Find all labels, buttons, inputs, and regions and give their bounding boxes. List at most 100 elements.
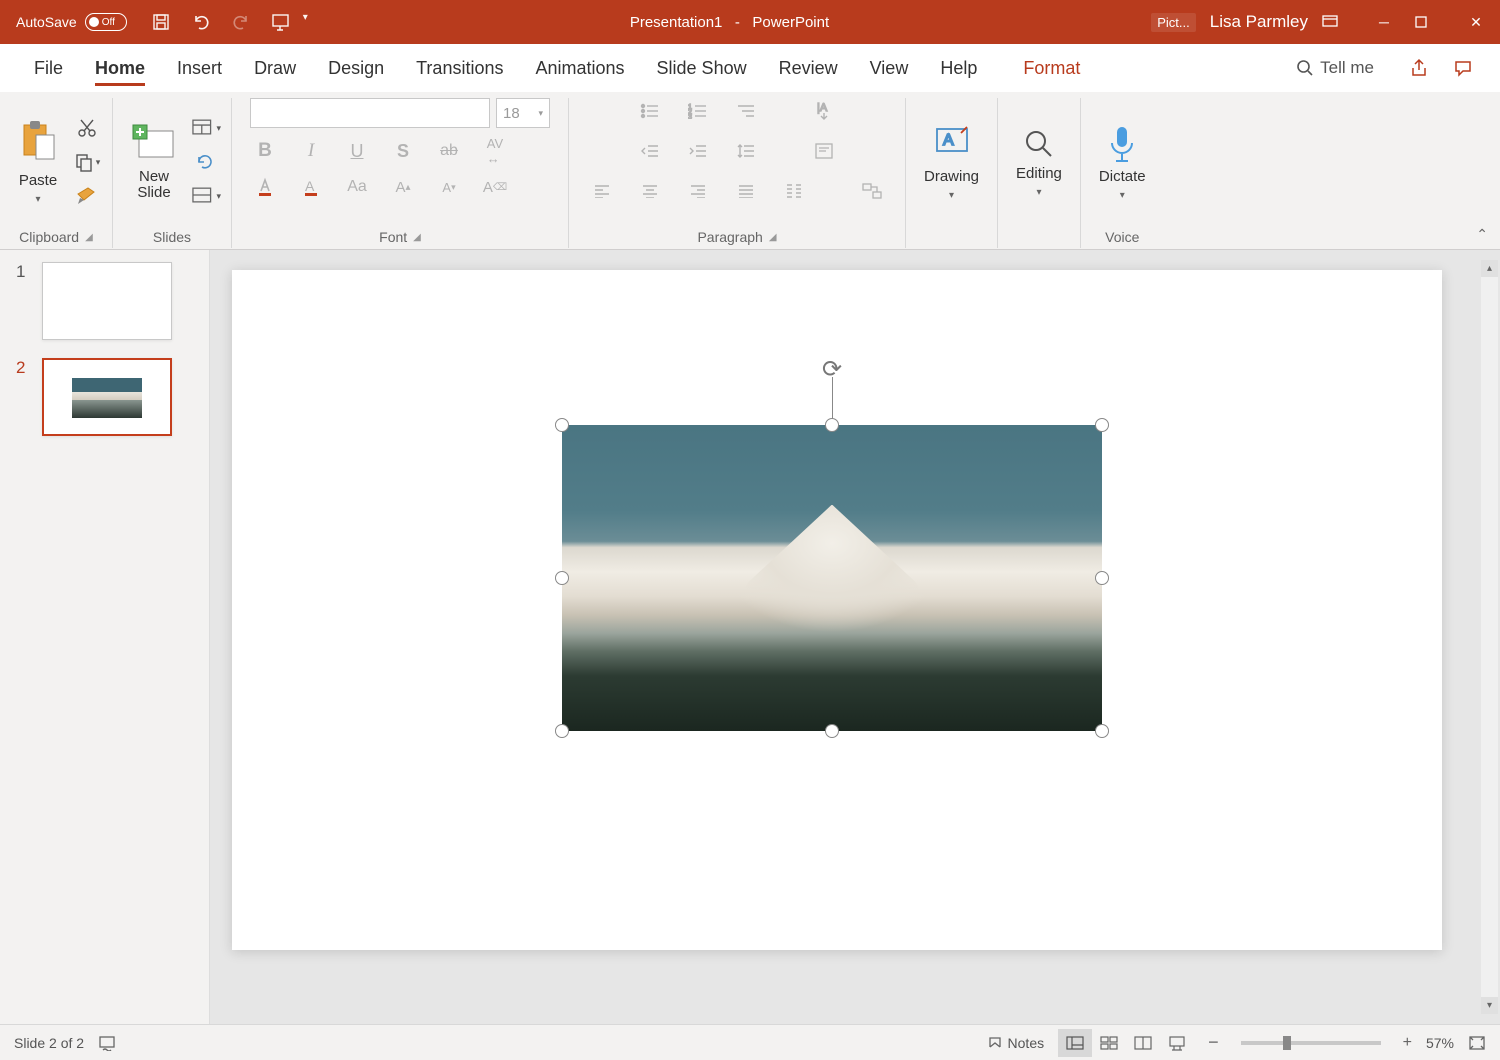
justify-icon[interactable] xyxy=(731,178,761,204)
thumbnail-2[interactable]: 2 xyxy=(16,358,193,436)
dictate-button[interactable]: Dictate ▾ xyxy=(1091,119,1154,205)
highlight-icon[interactable]: A xyxy=(296,174,326,200)
fit-to-window-icon[interactable] xyxy=(1468,1035,1486,1051)
menu-format[interactable]: Format xyxy=(1007,44,1096,92)
selected-image[interactable]: ⟳ xyxy=(562,425,1102,731)
menu-transitions[interactable]: Transitions xyxy=(400,44,519,92)
increase-indent-icon[interactable] xyxy=(683,138,713,164)
underline-icon[interactable]: U xyxy=(342,138,372,164)
comments-icon[interactable] xyxy=(1448,53,1478,83)
resize-handle-sw[interactable] xyxy=(555,724,569,738)
redo-icon[interactable] xyxy=(231,12,251,32)
align-left-icon[interactable] xyxy=(587,178,617,204)
resize-handle-e[interactable] xyxy=(1095,571,1109,585)
new-slide-button[interactable]: New Slide xyxy=(123,119,185,206)
align-center-icon[interactable] xyxy=(635,178,665,204)
resize-handle-nw[interactable] xyxy=(555,418,569,432)
spellcheck-icon[interactable] xyxy=(98,1035,118,1051)
zoom-thumb[interactable] xyxy=(1283,1036,1291,1050)
thumbnail-1[interactable]: 1 xyxy=(16,262,193,340)
numbering-icon[interactable]: 123 xyxy=(683,98,713,124)
tell-me-search[interactable]: Tell me xyxy=(1296,58,1374,78)
save-icon[interactable] xyxy=(151,12,171,32)
menu-slideshow[interactable]: Slide Show xyxy=(641,44,763,92)
scroll-down-icon[interactable]: ▾ xyxy=(1481,997,1498,1014)
shrink-font-icon[interactable]: A▾ xyxy=(434,174,464,200)
slide-indicator[interactable]: Slide 2 of 2 xyxy=(14,1035,84,1051)
resize-handle-n[interactable] xyxy=(825,418,839,432)
zoom-out-icon[interactable]: − xyxy=(1208,1032,1219,1053)
resize-handle-s[interactable] xyxy=(825,724,839,738)
menu-animations[interactable]: Animations xyxy=(519,44,640,92)
slide-canvas-area[interactable]: ⟳ ▴ ▾ xyxy=(210,250,1500,1024)
columns-icon[interactable] xyxy=(779,178,809,204)
sorter-view-icon[interactable] xyxy=(1092,1029,1126,1057)
line-spacing-icon[interactable] xyxy=(731,138,761,164)
bold-icon[interactable]: B xyxy=(250,138,280,164)
italic-icon[interactable]: I xyxy=(296,138,326,164)
editing-button[interactable]: Editing ▾ xyxy=(1008,122,1070,202)
minimize-icon[interactable]: ─ xyxy=(1368,14,1400,30)
resize-handle-se[interactable] xyxy=(1095,724,1109,738)
ribbon-display-icon[interactable] xyxy=(1322,15,1354,29)
format-painter-icon[interactable] xyxy=(72,183,102,209)
resize-handle-ne[interactable] xyxy=(1095,418,1109,432)
slideshow-start-icon[interactable] xyxy=(271,12,293,32)
scroll-up-icon[interactable]: ▴ xyxy=(1481,260,1498,277)
zoom-level[interactable]: 57% xyxy=(1426,1035,1454,1051)
copy-icon[interactable]: ▾ xyxy=(72,149,102,175)
menu-insert[interactable]: Insert xyxy=(161,44,238,92)
strikethrough-icon[interactable]: ab xyxy=(434,138,464,164)
slideshow-view-icon[interactable] xyxy=(1160,1029,1194,1057)
bullets-icon[interactable] xyxy=(635,98,665,124)
dialog-launcher-icon[interactable]: ◢ xyxy=(85,232,93,243)
close-icon[interactable]: ✕ xyxy=(1460,14,1492,31)
resize-handle-w[interactable] xyxy=(555,571,569,585)
list-level-icon[interactable] xyxy=(731,98,761,124)
font-family-select[interactable] xyxy=(250,98,490,128)
toggle-switch[interactable]: Off xyxy=(85,13,127,31)
vertical-scrollbar[interactable]: ▴ ▾ xyxy=(1481,260,1498,1014)
menu-view[interactable]: View xyxy=(854,44,925,92)
mountain-photo[interactable] xyxy=(562,425,1102,731)
clear-format-icon[interactable]: A⌫ xyxy=(480,174,510,200)
menu-design[interactable]: Design xyxy=(312,44,400,92)
dialog-launcher-icon[interactable]: ◢ xyxy=(413,232,421,243)
change-case-icon[interactable]: Aa xyxy=(342,174,372,200)
char-spacing-icon[interactable]: AV↔ xyxy=(480,138,510,164)
font-size-select[interactable]: 18▾ xyxy=(496,98,550,128)
decrease-indent-icon[interactable] xyxy=(635,138,665,164)
text-direction-icon[interactable]: |A xyxy=(809,98,839,124)
share-icon[interactable] xyxy=(1404,53,1434,83)
align-text-icon[interactable] xyxy=(809,138,839,164)
notes-button[interactable]: Notes xyxy=(987,1035,1045,1051)
smartart-icon[interactable] xyxy=(857,178,887,204)
dialog-launcher-icon[interactable]: ◢ xyxy=(769,232,777,243)
thumbnail-preview[interactable] xyxy=(42,262,172,340)
section-icon[interactable]: ▾ xyxy=(191,183,221,209)
menu-help[interactable]: Help xyxy=(924,44,993,92)
thumbnail-preview[interactable] xyxy=(42,358,172,436)
menu-draw[interactable]: Draw xyxy=(238,44,312,92)
reading-view-icon[interactable] xyxy=(1126,1029,1160,1057)
menu-review[interactable]: Review xyxy=(763,44,854,92)
align-right-icon[interactable] xyxy=(683,178,713,204)
cut-icon[interactable] xyxy=(72,115,102,141)
drawing-button[interactable]: A Drawing ▾ xyxy=(916,119,987,205)
normal-view-icon[interactable] xyxy=(1058,1029,1092,1057)
reset-icon[interactable] xyxy=(191,149,221,175)
menu-home[interactable]: Home xyxy=(79,44,161,92)
zoom-slider[interactable] xyxy=(1241,1041,1381,1045)
slide-canvas[interactable]: ⟳ xyxy=(232,270,1442,950)
layout-icon[interactable]: ▾ xyxy=(191,115,221,141)
grow-font-icon[interactable]: A▴ xyxy=(388,174,418,200)
menu-file[interactable]: File xyxy=(18,44,79,92)
undo-icon[interactable] xyxy=(191,12,211,32)
font-color-icon[interactable] xyxy=(250,174,280,200)
qat-customize-icon[interactable]: ▾ xyxy=(303,12,308,32)
maximize-icon[interactable] xyxy=(1414,15,1446,29)
autosave-toggle[interactable]: AutoSave Off xyxy=(16,13,127,31)
paste-button[interactable]: Paste ▾ xyxy=(10,115,66,209)
rotation-handle-icon[interactable]: ⟳ xyxy=(818,355,846,383)
zoom-in-icon[interactable]: + xyxy=(1403,1034,1412,1052)
